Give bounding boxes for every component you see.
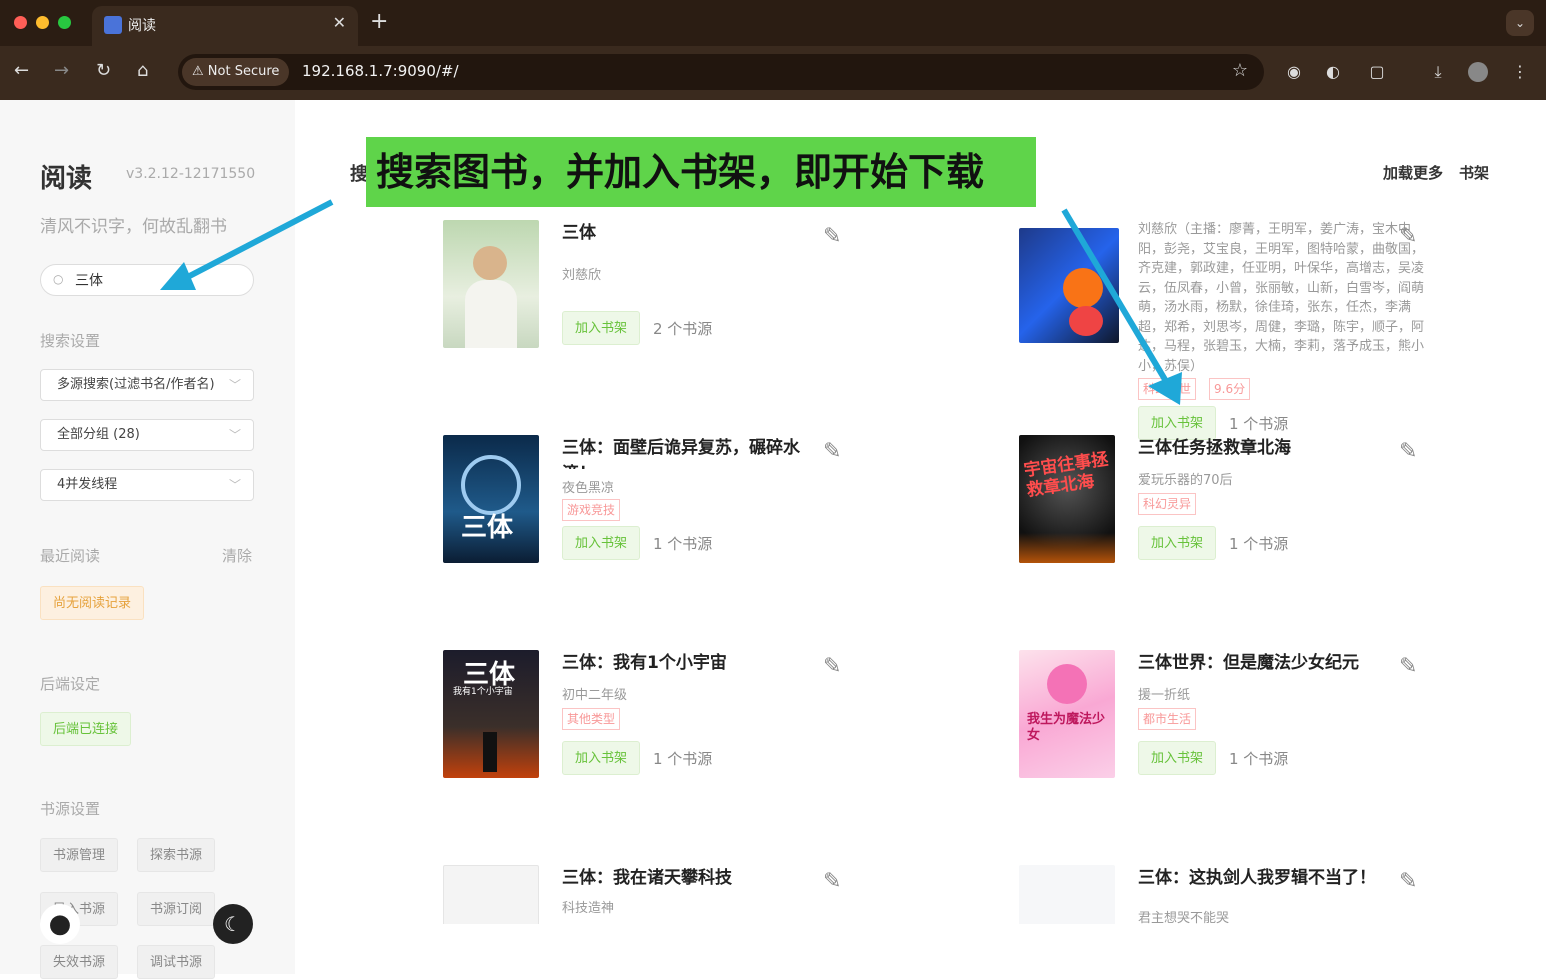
arrow-to-add-button (1061, 208, 1182, 405)
annotation-arrows (160, 199, 1182, 405)
arrow-to-search (160, 199, 334, 290)
